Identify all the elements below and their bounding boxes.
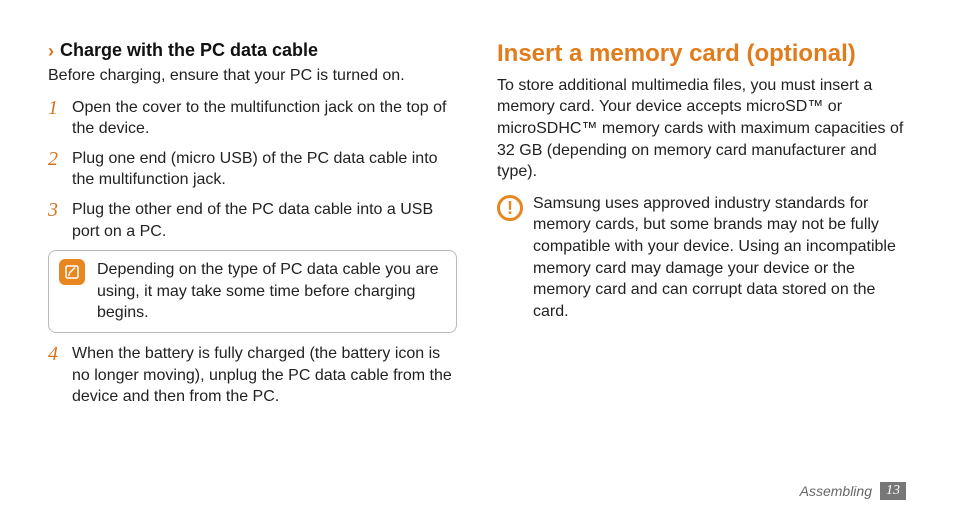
step-row: 2 Plug one end (micro USB) of the PC dat… xyxy=(48,148,457,191)
right-intro: To store additional multimedia files, yo… xyxy=(497,75,906,183)
note-text: Depending on the type of PC data cable y… xyxy=(97,259,446,324)
warning-row: ! Samsung uses approved industry standar… xyxy=(497,193,906,323)
note-box: Depending on the type of PC data cable y… xyxy=(48,250,457,333)
step-text: Open the cover to the multifunction jack… xyxy=(72,97,457,140)
step-row: 1 Open the cover to the multifunction ja… xyxy=(48,97,457,140)
left-column: › Charge with the PC data cable Before c… xyxy=(48,40,457,518)
page-footer: Assembling 13 xyxy=(800,482,906,500)
footer-section: Assembling xyxy=(800,483,872,499)
step-text: Plug one end (micro USB) of the PC data … xyxy=(72,148,457,191)
note-icon xyxy=(59,259,85,285)
subheading-row: › Charge with the PC data cable xyxy=(48,40,457,61)
step-text: When the battery is fully charged (the b… xyxy=(72,343,457,408)
warning-text: Samsung uses approved industry standards… xyxy=(533,193,906,323)
step-row: 4 When the battery is fully charged (the… xyxy=(48,343,457,408)
caution-icon: ! xyxy=(497,195,523,221)
right-column: Insert a memory card (optional) To store… xyxy=(497,40,906,518)
step-text: Plug the other end of the PC data cable … xyxy=(72,199,457,242)
subheading-text: Charge with the PC data cable xyxy=(60,40,318,61)
page-number: 13 xyxy=(880,482,906,500)
left-intro: Before charging, ensure that your PC is … xyxy=(48,65,457,87)
chevron-right-icon: › xyxy=(48,42,54,60)
step-number: 2 xyxy=(48,148,62,191)
step-number: 4 xyxy=(48,343,62,408)
step-row: 3 Plug the other end of the PC data cabl… xyxy=(48,199,457,242)
step-number: 3 xyxy=(48,199,62,242)
step-number: 1 xyxy=(48,97,62,140)
main-heading: Insert a memory card (optional) xyxy=(497,40,906,69)
